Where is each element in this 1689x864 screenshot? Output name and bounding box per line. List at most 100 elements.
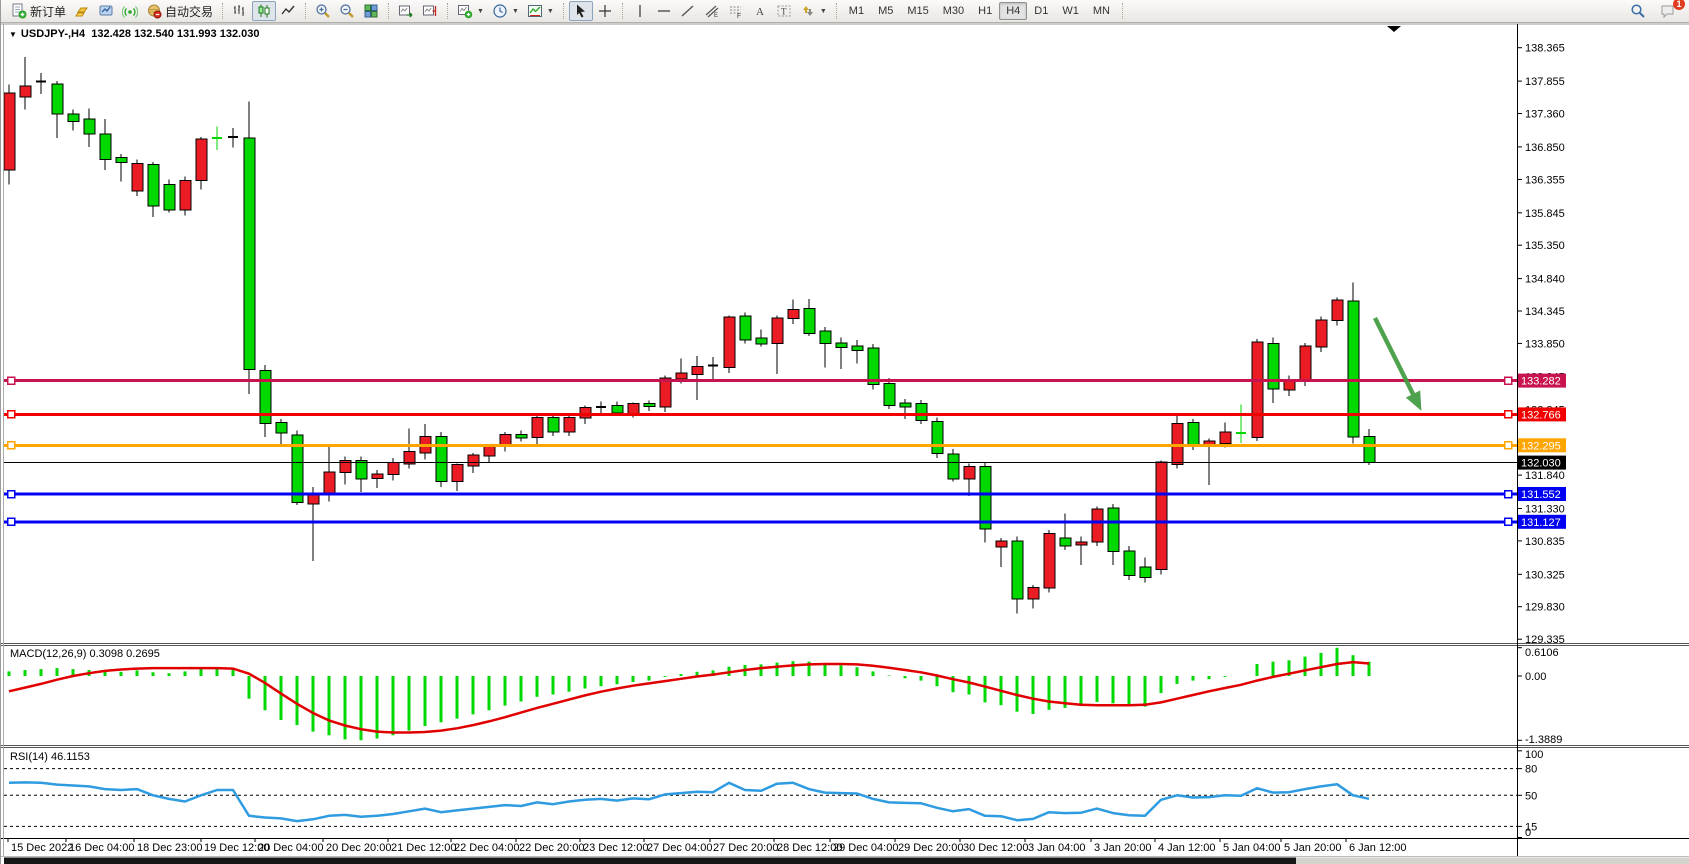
time-axis[interactable]: 15 Dec 202216 Dec 04:0018 Dec 23:0019 De… bbox=[8, 839, 1407, 854]
svg-text:0: 0 bbox=[1525, 827, 1531, 839]
tf-h1-button[interactable]: H1 bbox=[971, 2, 999, 20]
zoom-in-button[interactable] bbox=[311, 1, 335, 21]
bar-chart-button[interactable] bbox=[228, 1, 252, 21]
vline-button[interactable] bbox=[628, 1, 652, 21]
svg-text:133.282: 133.282 bbox=[1521, 376, 1561, 388]
tf-m15-button[interactable]: M15 bbox=[900, 2, 935, 20]
arrows-icon bbox=[800, 3, 816, 19]
svg-text:22 Dec 04:00: 22 Dec 04:00 bbox=[454, 842, 519, 854]
gold-button[interactable] bbox=[70, 1, 94, 21]
search-button[interactable] bbox=[1626, 1, 1650, 21]
svg-text:131.127: 131.127 bbox=[1521, 517, 1561, 529]
autotrade-button[interactable]: 自动交易 bbox=[142, 1, 217, 21]
fibonacci-button[interactable]: F bbox=[724, 1, 748, 21]
svg-text:100: 100 bbox=[1525, 749, 1543, 761]
hline-icon bbox=[656, 3, 672, 19]
tf-m5-button-label: M5 bbox=[878, 5, 893, 17]
tf-w1-button[interactable]: W1 bbox=[1055, 2, 1086, 20]
tf-m1-button[interactable]: M1 bbox=[842, 2, 871, 20]
line-chart-icon bbox=[280, 3, 296, 19]
toolbar-group-zoom bbox=[309, 0, 385, 22]
svg-text:5 Jan 20:00: 5 Jan 20:00 bbox=[1284, 842, 1342, 854]
fibonacci-icon: F bbox=[728, 3, 744, 19]
candle-chart-icon bbox=[256, 3, 272, 19]
svg-text:0.00: 0.00 bbox=[1525, 671, 1546, 683]
hline-button[interactable] bbox=[652, 1, 676, 21]
svg-text:130.325: 130.325 bbox=[1525, 569, 1565, 581]
gold-icon bbox=[74, 3, 90, 19]
svg-text:50: 50 bbox=[1525, 790, 1537, 802]
toolbar-group-trade: 新订单 自动交易 bbox=[5, 0, 219, 22]
tf-d1-button[interactable]: D1 bbox=[1027, 2, 1055, 20]
svg-text:3 Jan 20:00: 3 Jan 20:00 bbox=[1094, 842, 1152, 854]
svg-text:129.335: 129.335 bbox=[1525, 634, 1565, 646]
trendline-button[interactable] bbox=[676, 1, 700, 21]
tile-windows-button[interactable] bbox=[359, 1, 383, 21]
toolbar-group-timeframes: M1 M5 M15 M30 H1H4 D1 W1MN bbox=[840, 0, 1119, 22]
toolbar-group-chart-type bbox=[226, 0, 302, 22]
channel-button[interactable]: E bbox=[700, 1, 724, 21]
svg-text:29 Dec 20:00: 29 Dec 20:00 bbox=[898, 842, 963, 854]
svg-text:132.766: 132.766 bbox=[1521, 409, 1561, 421]
svg-text:130.835: 130.835 bbox=[1525, 536, 1565, 548]
chevron-down-icon[interactable]: ▼ bbox=[820, 8, 827, 15]
svg-text:A: A bbox=[756, 6, 764, 18]
chart-shift-button[interactable] bbox=[418, 1, 442, 21]
new-chart-button[interactable]: ▼ bbox=[453, 1, 488, 21]
svg-text:136.355: 136.355 bbox=[1525, 174, 1565, 186]
toolbar-group-draw: EFA T ▼ bbox=[626, 0, 833, 22]
svg-text:131.840: 131.840 bbox=[1525, 470, 1565, 482]
text-button[interactable]: A bbox=[748, 1, 772, 21]
text-label-icon: T bbox=[776, 3, 792, 19]
chevron-down-icon[interactable]: ▼ bbox=[547, 8, 554, 15]
tf-d1-button-label: D1 bbox=[1034, 5, 1048, 17]
svg-text:T: T bbox=[781, 7, 787, 17]
history-center-button[interactable] bbox=[94, 1, 118, 21]
zoom-out-button[interactable] bbox=[335, 1, 359, 21]
trendline-icon bbox=[680, 3, 696, 19]
tf-m30-button[interactable]: M30 bbox=[936, 2, 971, 20]
chart-ohlc: 132.428 132.540 131.993 132.030 bbox=[91, 28, 259, 40]
toolbar-separator bbox=[1122, 3, 1123, 19]
period-button[interactable]: ▼ bbox=[488, 1, 523, 21]
tf-mn-button[interactable]: MN bbox=[1086, 2, 1117, 20]
new-order-button[interactable]: 新订单 bbox=[7, 1, 70, 21]
svg-text:134.345: 134.345 bbox=[1525, 306, 1565, 318]
signal-icon bbox=[122, 3, 138, 19]
bar-chart-icon bbox=[232, 3, 248, 19]
svg-text:27 Dec 20:00: 27 Dec 20:00 bbox=[713, 842, 778, 854]
tf-h4-button[interactable]: H4 bbox=[999, 2, 1027, 20]
svg-text:27 Dec 04:00: 27 Dec 04:00 bbox=[647, 842, 712, 854]
signals-button[interactable] bbox=[118, 1, 142, 21]
tf-m30-button-label: M30 bbox=[943, 5, 964, 17]
cursor-button[interactable] bbox=[569, 1, 593, 21]
crosshair-button[interactable] bbox=[593, 1, 617, 21]
svg-text:6 Jan 12:00: 6 Jan 12:00 bbox=[1349, 842, 1407, 854]
auto-scroll-button[interactable] bbox=[394, 1, 418, 21]
svg-text:16 Dec 04:00: 16 Dec 04:00 bbox=[69, 842, 134, 854]
candle-chart-button[interactable] bbox=[252, 1, 276, 21]
toolbar-right: 1 bbox=[1626, 1, 1686, 21]
chevron-down-icon[interactable]: ▼ bbox=[477, 8, 484, 15]
toolbar: 新订单 自动交易 ▼ ▼ ▼ EFA T ▼ M1 M5 M15 M30 H1H4 D1 W1MN 1 bbox=[1, 0, 1689, 23]
svg-text:137.360: 137.360 bbox=[1525, 109, 1565, 121]
mt4-window: 新订单自动交易▼▼▼EFAT▼M1M5M15M30H1H4D1W1MN1 138… bbox=[0, 0, 1689, 864]
label-button[interactable]: T bbox=[772, 1, 796, 21]
new-order-icon bbox=[11, 3, 27, 19]
toolbar-separator bbox=[836, 3, 837, 19]
chevron-down-icon[interactable]: ▼ bbox=[512, 8, 519, 15]
shapes-button[interactable]: ▼ bbox=[796, 1, 831, 21]
tf-m5-button[interactable]: M5 bbox=[871, 2, 900, 20]
chart-canvas[interactable]: 138.365137.855137.360136.850136.355135.8… bbox=[1, 0, 1689, 864]
svg-text:132.030: 132.030 bbox=[1521, 458, 1561, 470]
toolbar-separator bbox=[563, 3, 564, 19]
notifications-button[interactable]: 1 bbox=[1656, 1, 1680, 21]
svg-text:131.552: 131.552 bbox=[1521, 489, 1561, 501]
template-button[interactable]: ▼ bbox=[523, 1, 558, 21]
line-chart-button[interactable] bbox=[276, 1, 300, 21]
svg-text:132.295: 132.295 bbox=[1521, 440, 1561, 452]
one-click-trading-toggle-icon[interactable]: ▼ bbox=[9, 30, 17, 39]
svg-text:3 Jan 04:00: 3 Jan 04:00 bbox=[1028, 842, 1086, 854]
text-a-icon: A bbox=[752, 3, 768, 19]
zoom-out-icon bbox=[339, 3, 355, 19]
